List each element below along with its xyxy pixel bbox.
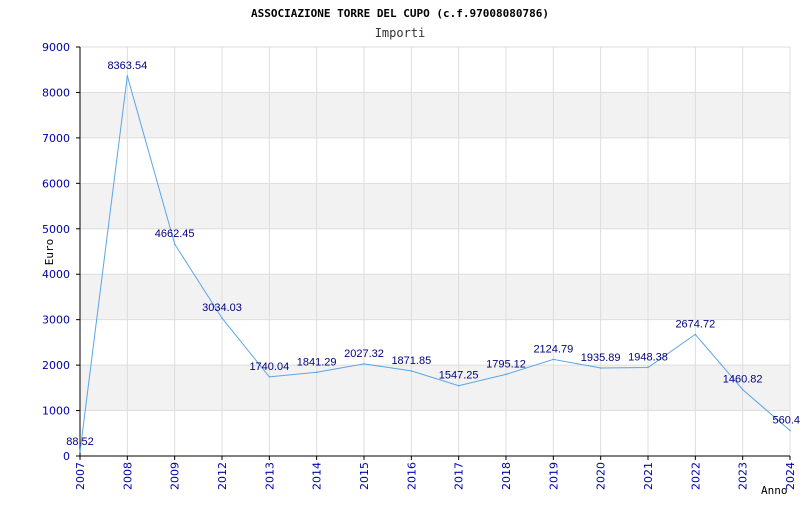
x-tick-label: 2007 xyxy=(74,462,87,490)
data-label: 2674.72 xyxy=(675,318,715,330)
data-label: 560.4 xyxy=(772,415,800,427)
data-point xyxy=(268,376,271,378)
grid-band xyxy=(80,92,790,138)
data-label: 1795.12 xyxy=(486,358,526,370)
data-point xyxy=(789,429,791,432)
chart-subtitle: Importi xyxy=(375,26,426,40)
data-label: 88.52 xyxy=(66,436,94,448)
data-point xyxy=(126,75,129,77)
x-tick-label: 2019 xyxy=(547,462,560,490)
y-tick-label: 7000 xyxy=(42,132,70,145)
grid-band xyxy=(80,365,790,411)
y-tick-label: 9000 xyxy=(42,41,70,54)
y-tick-label: 3000 xyxy=(42,314,70,327)
data-point xyxy=(647,366,649,369)
x-tick-label: 2023 xyxy=(737,462,750,490)
data-label: 8363.54 xyxy=(107,60,147,72)
data-label: 1841.29 xyxy=(297,356,337,368)
data-label: 1871.85 xyxy=(391,355,431,367)
chart-svg: ASSOCIAZIONE TORRE DEL CUPO (c.f.9700808… xyxy=(42,7,800,497)
data-label: 1460.82 xyxy=(723,374,763,386)
data-point xyxy=(741,388,744,391)
y-tick-label: 0 xyxy=(63,450,70,463)
data-point xyxy=(457,384,460,387)
plot-background xyxy=(80,92,790,411)
data-label: 2124.79 xyxy=(533,343,573,355)
data-label: 2027.32 xyxy=(344,348,384,360)
x-tick-label: 2008 xyxy=(121,462,134,490)
x-tick-label: 2022 xyxy=(689,462,702,490)
y-tick-label: 5000 xyxy=(42,223,70,236)
grid-band xyxy=(80,274,790,320)
y-tick-label: 4000 xyxy=(42,268,70,281)
data-point xyxy=(363,363,365,365)
y-tick-label: 6000 xyxy=(42,177,70,190)
x-tick-label: 2015 xyxy=(358,462,371,490)
data-label: 4662.45 xyxy=(155,228,195,240)
x-tick-label: 2021 xyxy=(642,462,655,490)
data-label: 1740.04 xyxy=(249,361,289,373)
x-tick-label: 2012 xyxy=(216,462,229,490)
data-point xyxy=(694,333,697,336)
y-tick-label: 1000 xyxy=(42,405,70,418)
x-tick-label: 2018 xyxy=(500,462,513,490)
y-tick-label: 8000 xyxy=(42,86,70,99)
data-point xyxy=(79,451,81,453)
y-tick-label: 2000 xyxy=(42,359,70,372)
x-tick-label: 2020 xyxy=(595,462,608,490)
x-tick-labels: 2007 2008 2009 2012 2013 2014 2015 2016 2017 2018… xyxy=(74,462,797,490)
data-point xyxy=(552,358,555,361)
x-tick-label: 2014 xyxy=(311,462,324,490)
x-tick-label: 2016 xyxy=(405,462,418,490)
chart-title: ASSOCIAZIONE TORRE DEL CUPO (c.f.9700808… xyxy=(251,7,549,20)
data-point xyxy=(410,370,413,372)
line-chart: ASSOCIAZIONE TORRE DEL CUPO (c.f.9700808… xyxy=(0,0,800,500)
y-axis-label: Euro xyxy=(43,239,56,266)
grid-band xyxy=(80,183,790,229)
data-point xyxy=(315,371,318,374)
x-tick-label: 2017 xyxy=(453,462,466,490)
x-tick-label: 2009 xyxy=(169,462,182,490)
data-label: 1547.25 xyxy=(439,370,479,382)
x-axis-label: Anno xyxy=(761,484,788,497)
data-point xyxy=(173,243,176,245)
data-point xyxy=(505,373,507,376)
x-tick-label: 2013 xyxy=(263,462,276,490)
data-point xyxy=(599,367,602,369)
data-label: 1948.38 xyxy=(628,351,668,363)
data-label: 3034.03 xyxy=(202,302,242,314)
data-label: 1935.89 xyxy=(581,352,621,364)
data-point xyxy=(221,317,223,319)
